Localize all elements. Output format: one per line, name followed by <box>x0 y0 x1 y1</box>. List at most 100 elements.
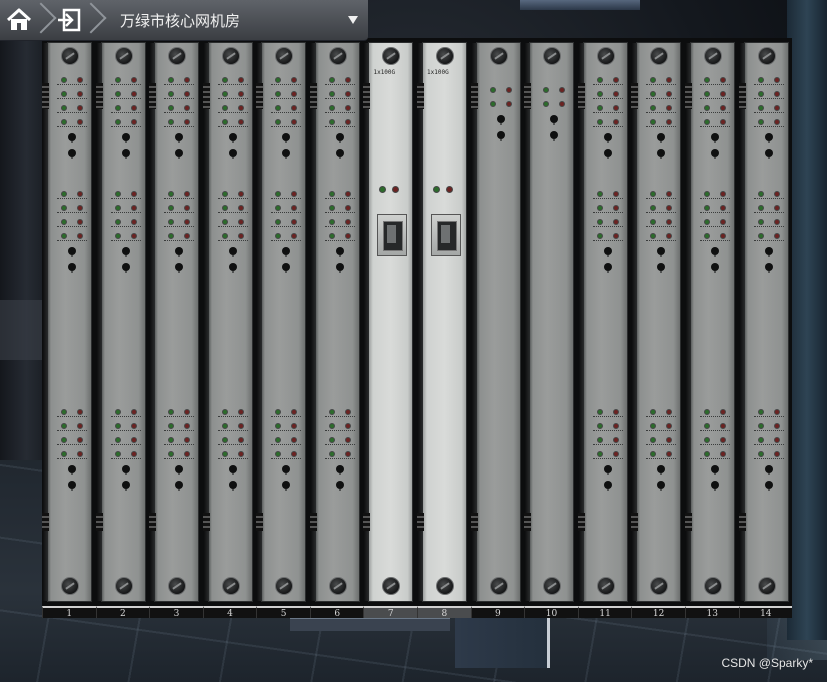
line-card[interactable] <box>631 42 682 602</box>
status-led-red <box>291 423 298 429</box>
status-led-red <box>291 451 298 457</box>
led-row <box>271 119 302 128</box>
line-card[interactable] <box>202 42 253 602</box>
led-group <box>699 409 730 497</box>
card-latch[interactable] <box>738 83 746 109</box>
card-latch[interactable] <box>470 513 478 531</box>
line-card[interactable]: 1x100G <box>417 42 468 602</box>
card-latch[interactable] <box>577 513 585 531</box>
rack-base <box>290 618 450 631</box>
card-slot[interactable] <box>470 38 525 606</box>
line-card[interactable] <box>524 42 575 602</box>
card-latch[interactable] <box>470 83 478 109</box>
card-latch[interactable] <box>417 83 425 109</box>
led-group <box>324 77 355 165</box>
caret-down-icon <box>348 16 358 24</box>
line-card[interactable] <box>95 42 146 602</box>
line-card[interactable] <box>470 42 521 602</box>
card-latch[interactable] <box>417 513 425 531</box>
led-label-line <box>646 112 677 114</box>
line-card[interactable] <box>738 42 789 602</box>
card-latch[interactable] <box>42 83 49 109</box>
card-latch[interactable] <box>524 83 532 109</box>
status-led-red <box>237 423 244 429</box>
card-latch[interactable] <box>738 513 746 531</box>
led-label-line <box>592 444 623 446</box>
status-led-red <box>773 409 780 415</box>
card-latch[interactable] <box>363 513 371 531</box>
card-latch[interactable] <box>149 513 157 531</box>
card-slot[interactable]: 1x100G <box>363 38 417 606</box>
led-row <box>217 409 248 418</box>
card-slot[interactable] <box>738 38 793 606</box>
card-latch[interactable] <box>309 513 317 531</box>
status-led-red <box>77 105 83 111</box>
line-card[interactable] <box>42 42 92 602</box>
status-led-red <box>237 205 244 211</box>
led-row <box>753 119 784 128</box>
link-leds <box>379 186 400 193</box>
slot-number: 13 <box>684 606 739 619</box>
location-dropdown[interactable]: 万绿市核心网机房 <box>100 0 368 40</box>
card-slot[interactable] <box>202 38 257 606</box>
thumbscrew-icon <box>275 47 294 65</box>
card-slot[interactable] <box>149 38 203 606</box>
led-row <box>110 191 141 200</box>
slot-number: 2 <box>95 606 150 619</box>
card-slot[interactable] <box>42 38 96 606</box>
status-led-green <box>650 91 657 97</box>
card-slot[interactable] <box>524 38 578 606</box>
card-latch[interactable] <box>149 83 157 109</box>
slot-number: 10 <box>524 606 578 619</box>
card-latch[interactable] <box>202 83 210 109</box>
card-latch[interactable] <box>95 513 103 531</box>
led-label-line <box>646 98 677 100</box>
card-latch[interactable] <box>684 83 692 109</box>
card-slot[interactable] <box>256 38 310 606</box>
status-led-green <box>757 77 764 83</box>
line-card[interactable]: 1x100G <box>363 42 414 602</box>
card-latch[interactable] <box>524 513 532 531</box>
card-latch[interactable] <box>42 513 49 531</box>
qsfp-port[interactable] <box>377 214 408 256</box>
card-slot[interactable] <box>309 38 364 606</box>
led-label-line <box>164 84 195 86</box>
card-latch[interactable] <box>631 83 639 109</box>
card-slot[interactable] <box>684 38 739 606</box>
led-label-line <box>753 198 784 200</box>
card-slot[interactable]: 1x100G <box>417 38 471 606</box>
card-latch[interactable] <box>363 83 371 109</box>
card-slot[interactable] <box>95 38 150 606</box>
status-led-green <box>650 77 657 83</box>
line-card[interactable] <box>684 42 735 602</box>
card-latch[interactable] <box>256 83 264 109</box>
led-row <box>646 119 677 128</box>
card-latch[interactable] <box>95 83 103 109</box>
led-label-line <box>646 212 677 214</box>
led-label-line <box>753 212 784 214</box>
status-led-red <box>773 205 780 211</box>
led-label-line <box>271 444 302 446</box>
card-latch[interactable] <box>577 83 585 109</box>
card-latch[interactable] <box>309 83 317 109</box>
led-group <box>110 77 141 165</box>
status-led-green <box>61 437 67 443</box>
card-latch[interactable] <box>631 513 639 531</box>
qsfp-port[interactable] <box>431 214 462 256</box>
card-latch[interactable] <box>202 513 210 531</box>
led-row <box>324 91 355 100</box>
card-slot[interactable] <box>631 38 685 606</box>
card-slot[interactable] <box>577 38 632 606</box>
status-led-green <box>168 437 175 443</box>
line-card[interactable] <box>577 42 628 602</box>
status-led-red <box>666 409 673 415</box>
led-row <box>57 233 87 242</box>
card-latch[interactable] <box>684 513 692 531</box>
line-card[interactable] <box>149 42 200 602</box>
status-led-green <box>221 205 228 211</box>
line-card[interactable] <box>309 42 360 602</box>
console-port <box>764 149 773 157</box>
line-card[interactable] <box>256 42 307 602</box>
led-row <box>271 191 302 200</box>
card-latch[interactable] <box>256 513 264 531</box>
